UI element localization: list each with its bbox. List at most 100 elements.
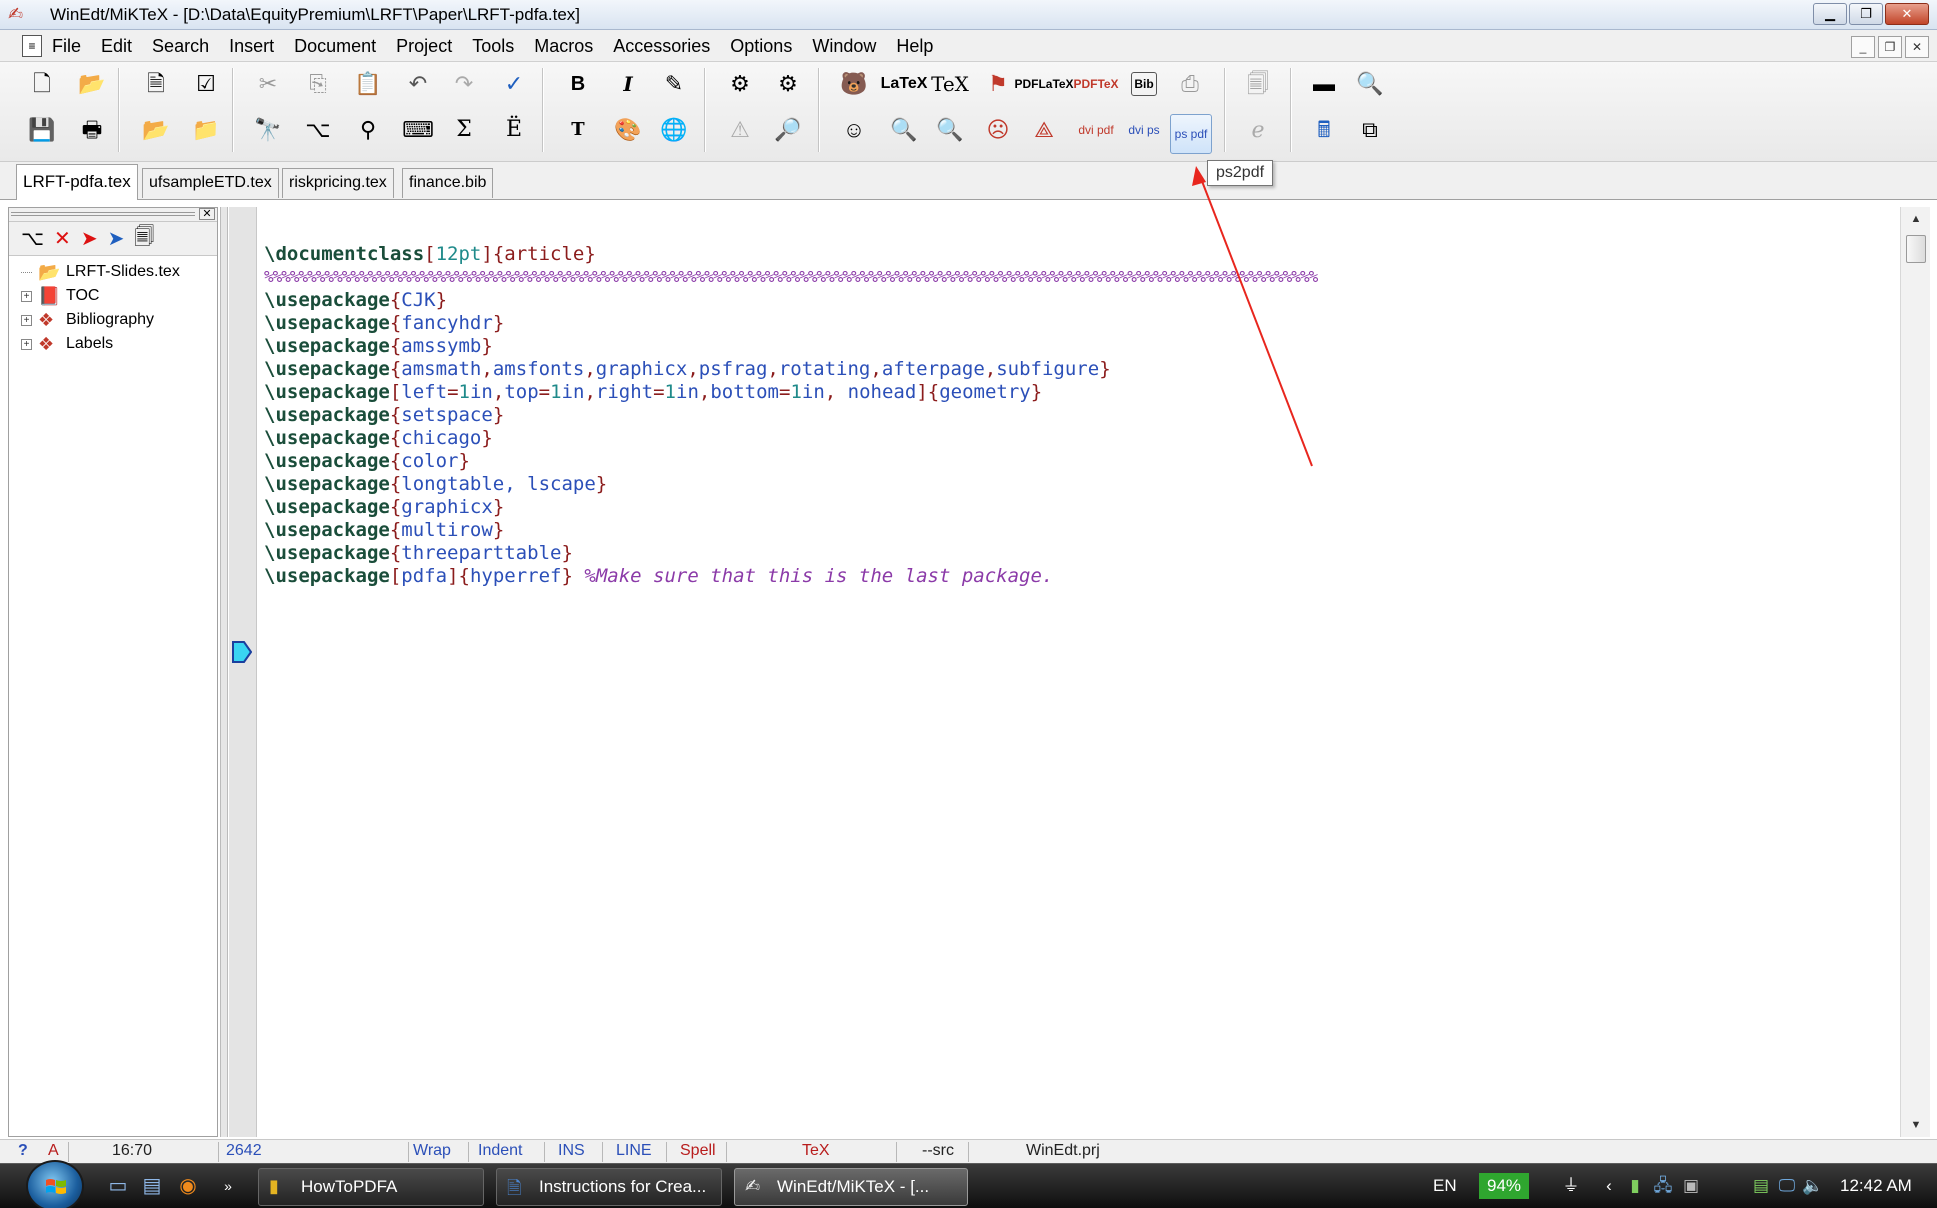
- close-project-icon[interactable]: 📁: [188, 112, 224, 148]
- menu-document[interactable]: Document: [284, 31, 386, 61]
- project-tree-icon[interactable]: 🗐: [1240, 66, 1276, 102]
- network-icon[interactable]: 🖧: [1652, 1175, 1674, 1197]
- minimize-button[interactable]: ▁: [1813, 3, 1847, 25]
- macros-gear-icon[interactable]: ⚙: [770, 66, 806, 102]
- signal-icon[interactable]: ▮: [1624, 1175, 1646, 1197]
- find-in-files-icon[interactable]: 🔍: [1352, 66, 1388, 102]
- filter-icon[interactable]: ⚲: [350, 112, 386, 148]
- menu-help[interactable]: Help: [886, 31, 943, 61]
- status-tex-mode[interactable]: TeX: [802, 1140, 830, 1164]
- bold-button[interactable]: B: [560, 66, 596, 102]
- acrobat-bear-icon[interactable]: ⚑: [980, 66, 1016, 102]
- pdflatex-button[interactable]: PDFLaTeX: [1014, 66, 1073, 102]
- expand-icon[interactable]: +: [21, 338, 32, 350]
- warning-icon[interactable]: ⚠: [722, 112, 758, 148]
- status-help[interactable]: ?: [18, 1140, 28, 1164]
- tree-item-toc[interactable]: + 📕 TOC: [9, 284, 217, 308]
- restore-button[interactable]: ❐: [1849, 3, 1883, 25]
- tab-finance-bib[interactable]: finance.bib: [402, 168, 494, 198]
- dvi-search-icon[interactable]: 🔍: [886, 112, 922, 148]
- gather-icon[interactable]: ⚙: [722, 66, 758, 102]
- menu-macros[interactable]: Macros: [524, 31, 603, 61]
- save-icon[interactable]: 💾: [24, 112, 60, 148]
- open-folder-icon[interactable]: 📂: [74, 66, 110, 102]
- tree-structure-icon[interactable]: ⌥: [300, 112, 336, 148]
- menu-tools[interactable]: Tools: [462, 31, 524, 61]
- new-file-icon[interactable]: 🗋: [24, 66, 60, 102]
- menu-window[interactable]: Window: [802, 31, 886, 61]
- tray-expand-icon[interactable]: ‹: [1598, 1175, 1620, 1197]
- tab-ufsampleetd[interactable]: ufsampleETD.tex: [142, 168, 279, 198]
- status-src[interactable]: --src: [922, 1140, 954, 1164]
- sigma-button[interactable]: Σ: [446, 112, 482, 148]
- taskbar-item-howtopdfa[interactable]: ▮ HowToPDFA: [258, 1168, 484, 1206]
- mdi-minimize-button[interactable]: _: [1851, 36, 1875, 58]
- italic-button[interactable]: I: [610, 66, 646, 102]
- expand-icon[interactable]: +: [21, 314, 32, 326]
- format-wizard-icon[interactable]: ✎: [656, 66, 692, 102]
- pin-blue-icon[interactable]: ➤: [108, 226, 125, 251]
- tab-lrft-pdfa[interactable]: LRFT-pdfa.tex: [16, 164, 138, 200]
- paste-icon[interactable]: 📋: [350, 66, 386, 102]
- delete-icon[interactable]: ✕: [54, 226, 71, 251]
- latex-button[interactable]: LaTeX: [881, 66, 928, 102]
- panel-grip[interactable]: [11, 212, 195, 216]
- tex-button[interactable]: TeX: [931, 66, 969, 102]
- window-layout-icon[interactable]: ⧉: [1352, 112, 1388, 148]
- switch-windows-icon[interactable]: ▤: [140, 1174, 164, 1198]
- bear-icon[interactable]: 🐻: [836, 66, 872, 102]
- log-viewer-icon[interactable]: 🔎: [770, 112, 806, 148]
- mdi-restore-button[interactable]: ❐: [1878, 36, 1902, 58]
- menu-options[interactable]: Options: [720, 31, 802, 61]
- scroll-down-icon[interactable]: ▼: [1901, 1113, 1931, 1137]
- pin-red-icon[interactable]: ➤: [81, 226, 98, 251]
- globe-icon[interactable]: 🌐: [656, 112, 692, 148]
- taskbar-item-instructions[interactable]: 🗎 Instructions for Crea...: [496, 1168, 722, 1206]
- scroll-thumb[interactable]: [1906, 235, 1926, 263]
- tree-item-bibliography[interactable]: + ❖ Bibliography: [9, 308, 217, 332]
- macro-recorder-icon[interactable]: ⌨: [400, 112, 436, 148]
- tree-refresh-icon[interactable]: ⌥: [21, 226, 44, 251]
- firefox-icon[interactable]: ◉: [176, 1174, 200, 1198]
- acrobat-icon[interactable]: ⟁: [1026, 112, 1062, 148]
- copy-pages-icon[interactable]: 🗐: [134, 222, 154, 256]
- show-desktop-icon[interactable]: ▭: [106, 1174, 130, 1198]
- taskbar-item-winedt[interactable]: ✍ WinEdt/MiKTeX - [...: [734, 1168, 968, 1206]
- menu-insert[interactable]: Insert: [219, 31, 284, 61]
- browser-icon[interactable]: ℯ: [1240, 112, 1276, 148]
- volume-icon[interactable]: 🔈: [1802, 1175, 1824, 1197]
- dvips-button[interactable]: dvi ps: [1126, 112, 1162, 148]
- status-spell[interactable]: Spell: [680, 1140, 716, 1164]
- tree-item-labels[interactable]: + ❖ Labels: [9, 332, 217, 356]
- quicklaunch-more-icon[interactable]: »: [216, 1174, 240, 1198]
- find-icon[interactable]: 🔭: [250, 112, 286, 148]
- code-editor[interactable]: \documentclass[12pt]{article} %%%%%%%%%%…: [258, 207, 1900, 1137]
- tree-item-lrft-slides[interactable]: 📂 LRFT-Slides.tex: [9, 260, 217, 284]
- typewriter-button[interactable]: T: [560, 112, 596, 148]
- menu-search[interactable]: Search: [142, 31, 219, 61]
- copy-icon[interactable]: ⎘: [300, 66, 336, 102]
- status-indent[interactable]: Indent: [478, 1140, 522, 1164]
- checklist-icon[interactable]: ☑: [188, 66, 224, 102]
- status-wrap[interactable]: Wrap: [413, 1140, 451, 1164]
- accent-button[interactable]: Ë: [496, 112, 532, 148]
- menu-file[interactable]: File: [42, 31, 91, 61]
- cut-icon[interactable]: ✂: [250, 66, 286, 102]
- menu-accessories[interactable]: Accessories: [603, 31, 720, 61]
- menu-edit[interactable]: Edit: [91, 31, 142, 61]
- redo-icon[interactable]: ↷: [446, 66, 482, 102]
- vertical-scrollbar[interactable]: ▲ ▼: [1900, 207, 1930, 1137]
- dvipdf-button[interactable]: dvi pdf: [1078, 112, 1114, 148]
- yap-icon[interactable]: ☺: [836, 112, 872, 148]
- expand-icon[interactable]: +: [21, 290, 32, 302]
- close-button[interactable]: ✕: [1885, 3, 1929, 25]
- tab-riskpricing[interactable]: riskpricing.tex: [282, 168, 394, 198]
- language-indicator[interactable]: EN: [1433, 1176, 1457, 1196]
- document-properties-icon[interactable]: 🗎: [138, 66, 174, 102]
- start-button[interactable]: [26, 1160, 84, 1208]
- dvi-preview-icon[interactable]: 🔍: [932, 112, 968, 148]
- bibtex-button[interactable]: Bib: [1131, 72, 1157, 96]
- power-plug-icon[interactable]: ⏚: [1560, 1175, 1582, 1197]
- print-icon[interactable]: 🖶: [74, 112, 110, 148]
- pdftex-button[interactable]: PDFTeX: [1073, 66, 1118, 102]
